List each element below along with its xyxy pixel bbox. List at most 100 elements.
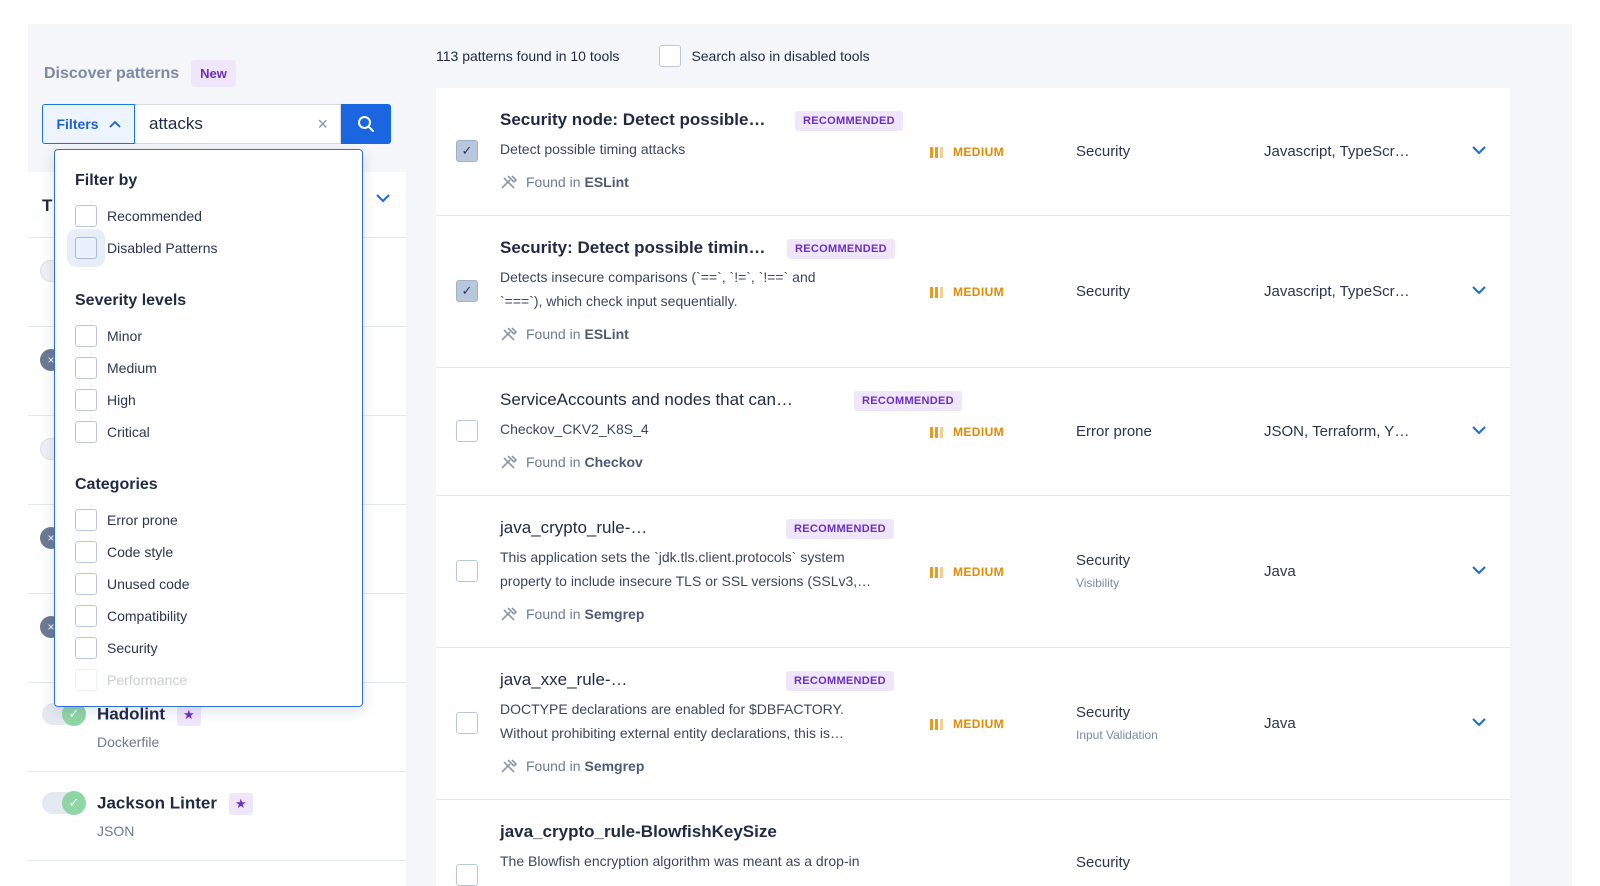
severity-medium-icon — [930, 566, 943, 578]
recommended-badge: RECOMMENDED — [786, 519, 894, 539]
checkbox[interactable] — [75, 509, 97, 531]
severity-medium-icon — [930, 426, 943, 438]
checkbox[interactable] — [659, 45, 682, 67]
results-toolbar: 113 patterns found in 10 tools Search al… — [436, 44, 870, 68]
tools-header-title: T — [42, 196, 53, 215]
pattern-row[interactable]: ✓ Security node: Detect possible… RECOMM… — [436, 88, 1510, 216]
search-row: Filters × — [42, 104, 391, 144]
pattern-checkbox[interactable] — [456, 560, 478, 582]
severity-option-minor[interactable]: Minor — [75, 320, 362, 352]
severity-option-high[interactable]: High — [75, 384, 362, 416]
option-label: High — [107, 392, 136, 408]
pattern-row[interactable]: java_xxe_rule-… RECOMMENDED DOCTYPE decl… — [436, 648, 1510, 800]
checkbox[interactable] — [75, 237, 97, 259]
found-in-label: Found in — [526, 606, 581, 622]
filter-option-recommended[interactable]: Recommended — [75, 200, 362, 232]
pattern-subcategory: Input Validation — [1076, 728, 1158, 742]
option-label: Disabled Patterns — [107, 240, 218, 256]
description-line: The Blowfish encryption algorithm was me… — [500, 853, 860, 869]
checkbox[interactable] — [75, 325, 97, 347]
category-option-code-style[interactable]: Code style — [75, 536, 362, 568]
chevron-down-icon[interactable] — [1472, 426, 1486, 435]
checkbox[interactable] — [75, 421, 97, 443]
description-line: Without prohibiting external entity decl… — [500, 725, 844, 741]
pattern-title[interactable]: java_crypto_rule-… — [500, 518, 647, 538]
search-field: × — [135, 104, 341, 144]
severity-option-critical[interactable]: Critical — [75, 416, 362, 448]
recommended-badge: RECOMMENDED — [854, 391, 962, 411]
category-option-performance[interactable]: Performance — [75, 664, 362, 696]
search-disabled-tools-option[interactable]: Search also in disabled tools — [659, 45, 870, 67]
pattern-title[interactable]: java_crypto_rule-BlowfishKeySize — [500, 822, 777, 842]
pattern-category: Security — [1076, 283, 1131, 300]
results-panel: 113 patterns found in 10 tools Search al… — [436, 24, 1572, 886]
description-line: Checkov_CKV2_K8S_4 — [500, 421, 649, 437]
filter-option-disabled-patterns[interactable]: Disabled Patterns — [75, 232, 362, 264]
option-label: Unused code — [107, 576, 190, 592]
tool-name-text: Hadolint — [97, 704, 165, 724]
pattern-category: Security — [1076, 704, 1131, 721]
pattern-title[interactable]: ServiceAccounts and nodes that can… — [500, 390, 793, 410]
checkbox[interactable] — [75, 541, 97, 563]
checkbox[interactable] — [75, 637, 97, 659]
checkbox[interactable] — [75, 605, 97, 627]
pattern-row[interactable]: ✓ Security: Detect possible timin… RECOM… — [436, 216, 1510, 368]
chevron-down-icon[interactable] — [376, 194, 390, 203]
found-in-label: Found in — [526, 174, 581, 190]
discover-header: Discover patterns New — [44, 60, 236, 87]
pattern-row[interactable]: ServiceAccounts and nodes that can… RECO… — [436, 368, 1510, 496]
severity-badge: MEDIUM — [930, 425, 1004, 439]
checkbox[interactable] — [75, 205, 97, 227]
severity-medium-icon — [930, 718, 943, 730]
pattern-description: This application sets the `jdk.tls.clien… — [500, 545, 900, 593]
pattern-title[interactable]: Security node: Detect possible… — [500, 110, 765, 130]
filters-button[interactable]: Filters — [42, 104, 135, 144]
tools-icon — [501, 175, 518, 189]
pattern-category: Error prone — [1076, 423, 1152, 440]
pattern-title[interactable]: Security: Detect possible timin… — [500, 238, 765, 258]
chevron-down-icon[interactable] — [1472, 566, 1486, 575]
category-option-error-prone[interactable]: Error prone — [75, 504, 362, 536]
severity-badge: MEDIUM — [930, 285, 1004, 299]
option-label: Recommended — [107, 208, 202, 224]
checkbox[interactable] — [75, 573, 97, 595]
checkbox[interactable] — [75, 389, 97, 411]
chevron-down-icon[interactable] — [1472, 146, 1486, 155]
severity-option-medium[interactable]: Medium — [75, 352, 362, 384]
pattern-checkbox[interactable] — [456, 420, 478, 442]
checkbox[interactable] — [75, 357, 97, 379]
pattern-title[interactable]: java_xxe_rule-… — [500, 670, 628, 690]
chevron-down-icon[interactable] — [1472, 286, 1486, 295]
option-label: Error prone — [107, 512, 178, 528]
tool-language: JSON — [97, 823, 135, 839]
pattern-category: Security — [1076, 854, 1131, 871]
clear-search-icon[interactable]: × — [317, 114, 328, 135]
pattern-found-in: Found in Checkov — [500, 454, 643, 470]
tool-name: ESLint — [584, 326, 629, 342]
pattern-found-in: Found in ESLint — [500, 174, 629, 190]
tool-language: Dockerfile — [97, 734, 160, 750]
pattern-checkbox[interactable] — [456, 712, 478, 734]
category-option-security[interactable]: Security — [75, 632, 362, 664]
pattern-subcategory: Visibility — [1076, 576, 1120, 590]
tool-toggle[interactable]: ✓ — [42, 791, 86, 815]
pattern-checkbox[interactable]: ✓ — [456, 280, 478, 302]
severity-label: MEDIUM — [953, 145, 1005, 159]
recommended-badge: RECOMMENDED — [795, 111, 903, 131]
tool-row-jackson: ✓ Jackson Linter ★ JSON — [28, 772, 406, 861]
pattern-checkbox[interactable]: ✓ — [456, 140, 478, 162]
severity-badge: MEDIUM — [930, 145, 1004, 159]
chevron-down-icon[interactable] — [1472, 718, 1486, 727]
description-line: This application sets the `jdk.tls.clien… — [500, 549, 845, 565]
pattern-checkbox[interactable] — [456, 864, 478, 886]
search-button[interactable] — [341, 104, 391, 144]
checkbox[interactable] — [75, 669, 97, 691]
category-option-unused-code[interactable]: Unused code — [75, 568, 362, 600]
pattern-row[interactable]: java_crypto_rule-… RECOMMENDED This appl… — [436, 496, 1510, 648]
pattern-row[interactable]: java_crypto_rule-BlowfishKeySize The Blo… — [436, 800, 1510, 886]
tool-name: Semgrep — [584, 606, 645, 622]
pattern-description: Checkov_CKV2_K8S_4 — [500, 417, 900, 441]
search-input[interactable] — [135, 114, 305, 134]
category-option-compatibility[interactable]: Compatibility — [75, 600, 362, 632]
severity-badge: MEDIUM — [930, 565, 1004, 579]
